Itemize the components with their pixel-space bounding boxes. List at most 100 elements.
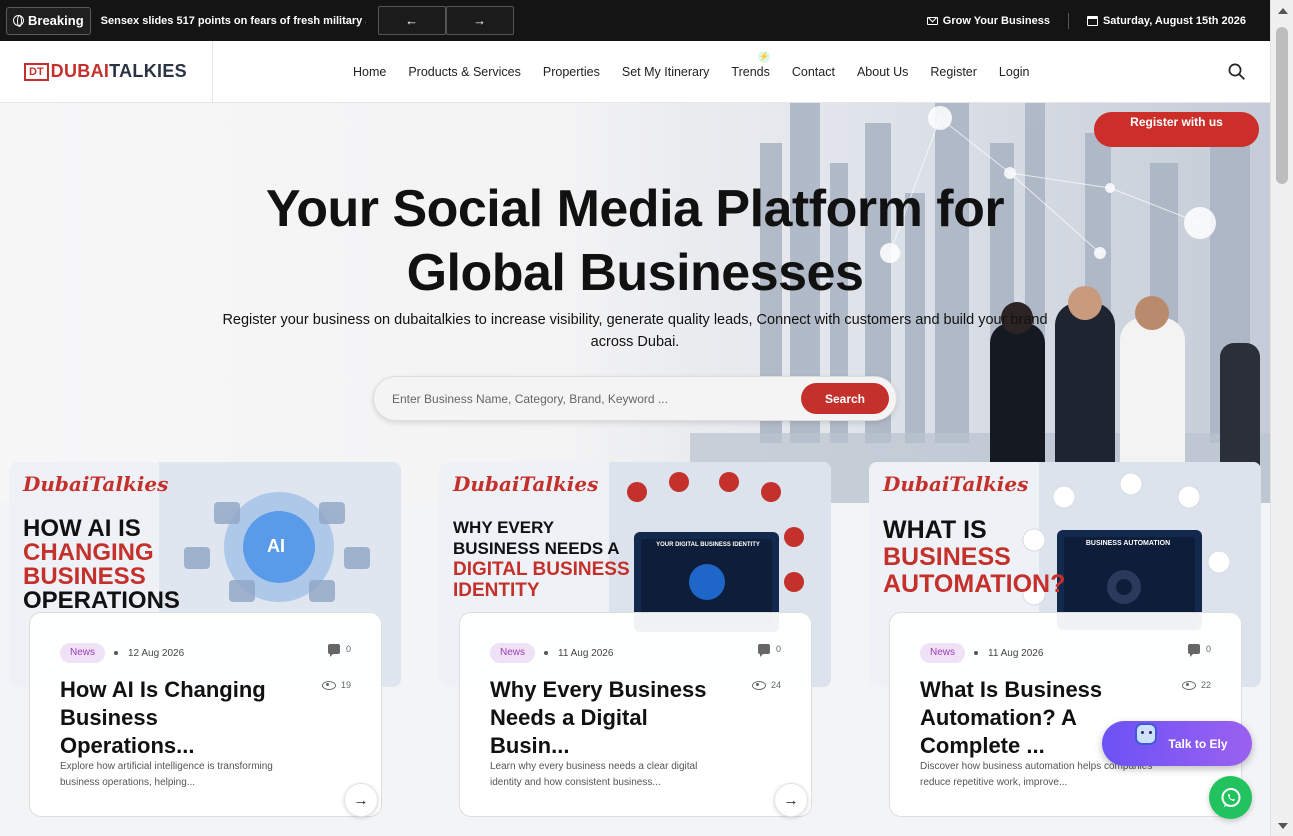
image-heading-line: IDENTITY xyxy=(453,580,540,601)
page-scrollbar[interactable] xyxy=(1270,0,1293,836)
comment-icon xyxy=(327,644,340,657)
category-tag[interactable]: News xyxy=(60,643,106,663)
view-count-value: 22 xyxy=(1200,680,1211,690)
nav-products-services[interactable]: Products & Services xyxy=(408,65,521,79)
category-tag[interactable]: News xyxy=(490,643,536,663)
image-heading-line: CHANGING xyxy=(23,539,154,566)
hero-subtitle: Register your business on dubaitalkies t… xyxy=(222,312,1048,350)
image-heading-line: HOW AI IS xyxy=(23,515,141,542)
register-with-us-button[interactable]: Register with us xyxy=(1094,112,1259,147)
article-card[interactable]: DubaiTalkies WHAT IS BUSINESS AUTOMATION… xyxy=(869,462,1261,817)
comment-count: 0 xyxy=(1187,644,1211,657)
article-date: 12 Aug 2026 xyxy=(128,648,185,659)
logo-text-dubai: DUBAI xyxy=(50,61,110,81)
grow-business-label: Grow Your Business xyxy=(942,14,1050,27)
hero-title-line1: Your Social Media Platform for xyxy=(265,180,1005,238)
view-count-value: 19 xyxy=(340,680,351,690)
robot-icon xyxy=(1135,723,1157,745)
ticker-next-button[interactable]: → xyxy=(445,6,514,35)
current-date: Saturday, August 15th 2026 xyxy=(1086,14,1246,27)
nav-properties[interactable]: Properties xyxy=(543,65,600,79)
article-description: Explore how artificial intelligence is t… xyxy=(60,761,273,788)
breaking-badge: Breaking xyxy=(6,6,91,35)
nav-trends[interactable]: ⚡ Trends xyxy=(731,51,771,79)
image-heading-line: AUTOMATION? xyxy=(883,570,1066,598)
image-heading-line: BUSINESS xyxy=(23,563,146,590)
article-card[interactable]: DubaiTalkies WHY EVERY BUSINESS NEEDS A … xyxy=(439,462,831,817)
hero-title: Your Social Media Platform for Global Bu… xyxy=(0,177,1270,305)
nav-about-us[interactable]: About Us xyxy=(857,65,908,79)
scrollbar-thumb[interactable] xyxy=(1276,27,1288,184)
article-card[interactable]: DubaiTalkies HOW AI IS CHANGING BUSINESS… xyxy=(9,462,401,817)
mail-icon xyxy=(926,16,938,25)
image-brand: DubaiTalkies xyxy=(883,472,1029,496)
image-heading: WHY EVERY BUSINESS NEEDS A DIGITAL BUSIN… xyxy=(453,517,630,601)
article-info-panel: News 11 Aug 2026 0 24 Why Every Business… xyxy=(459,612,812,817)
image-brand: DubaiTalkies xyxy=(23,472,169,496)
separator-dot xyxy=(114,651,118,655)
image-brand: DubaiTalkies xyxy=(453,472,599,496)
main-nav: Home Products & Services Properties Set … xyxy=(353,41,1052,103)
image-badge: YOUR DIGITAL BUSINESS IDENTITY xyxy=(656,542,760,548)
nav-home[interactable]: Home xyxy=(353,65,386,79)
comment-icon xyxy=(757,644,770,657)
logo-mark: DT xyxy=(24,62,49,81)
scroll-up-arrow-icon[interactable] xyxy=(1278,8,1288,14)
view-count-value: 24 xyxy=(770,680,781,690)
article-title[interactable]: How AI Is Changing Business Operations..… xyxy=(60,676,290,760)
comment-icon xyxy=(1187,644,1200,657)
globe-icon xyxy=(13,15,24,27)
article-info-panel: News 11 Aug 2026 0 22 What Is Business A… xyxy=(889,612,1242,817)
image-heading-line: WHY EVERY xyxy=(453,518,555,537)
business-search-input[interactable] xyxy=(374,391,801,406)
search-button[interactable]: Search xyxy=(801,383,889,414)
news-ticker[interactable]: Sensex slides 517 points on fears of fre… xyxy=(101,15,366,27)
logo-text-talkies: TALKIES xyxy=(109,61,187,81)
talk-to-ely-chat-button[interactable]: Talk to Ely xyxy=(1102,721,1252,766)
separator-dot xyxy=(544,651,548,655)
image-heading: WHAT IS BUSINESS AUTOMATION? xyxy=(883,517,1065,598)
comment-count-value: 0 xyxy=(775,644,781,654)
article-description: Learn why every business needs a clear d… xyxy=(490,761,698,788)
whatsapp-button[interactable] xyxy=(1209,776,1252,819)
bolt-icon: ⚡ xyxy=(758,51,771,63)
image-heading-line: DIGITAL BUSINESS xyxy=(453,559,630,580)
comment-count-value: 0 xyxy=(345,644,351,654)
grow-business-link[interactable]: Grow Your Business xyxy=(926,14,1050,27)
whatsapp-icon xyxy=(1221,787,1240,807)
calendar-icon xyxy=(1086,15,1098,26)
article-title[interactable]: Why Every Business Needs a Digital Busin… xyxy=(490,676,720,760)
site-header: DT DUBAI TALKIES Home Products & Service… xyxy=(0,41,1270,103)
ticker-prev-button[interactable]: ← xyxy=(377,6,446,35)
article-date: 11 Aug 2026 xyxy=(988,648,1044,659)
nav-register[interactable]: Register xyxy=(930,65,977,79)
site-logo[interactable]: DT DUBAI TALKIES xyxy=(0,41,213,102)
separator-dot xyxy=(974,651,978,655)
article-info-panel: News 12 Aug 2026 0 19 How AI Is Changing… xyxy=(29,612,382,817)
image-badge: AI xyxy=(267,536,285,556)
category-tag[interactable]: News xyxy=(920,643,966,663)
nav-trends-label: Trends xyxy=(731,65,770,79)
hero-title-line2: Global Businesses xyxy=(406,244,864,302)
image-heading-line: BUSINESS xyxy=(883,543,1011,571)
nav-login[interactable]: Login xyxy=(999,65,1030,79)
comment-count-value: 0 xyxy=(1205,644,1211,654)
nav-contact[interactable]: Contact xyxy=(792,65,835,79)
eye-icon xyxy=(321,680,336,690)
image-heading: HOW AI IS CHANGING BUSINESS OPERATIONS xyxy=(23,517,180,613)
date-label: Saturday, August 15th 2026 xyxy=(1102,14,1246,27)
hero-section: Register with us Your Social Media Platf… xyxy=(0,103,1270,503)
read-more-arrow-button[interactable]: → xyxy=(344,783,378,817)
search-icon[interactable] xyxy=(1228,63,1245,80)
breaking-news-bar: Breaking Sensex slides 517 points on fea… xyxy=(0,0,1270,41)
comment-count: 0 xyxy=(327,644,351,657)
image-heading-line: BUSINESS NEEDS A xyxy=(453,539,620,558)
view-count: 24 xyxy=(751,680,781,690)
comment-count: 0 xyxy=(757,644,781,657)
read-more-arrow-button[interactable]: → xyxy=(774,783,808,817)
scroll-down-arrow-icon[interactable] xyxy=(1278,823,1288,829)
view-count: 19 xyxy=(321,680,351,690)
chat-label: Talk to Ely xyxy=(1168,736,1228,751)
nav-set-my-itinerary[interactable]: Set My Itinerary xyxy=(622,65,710,79)
image-heading-line: OPERATIONS xyxy=(23,587,180,614)
